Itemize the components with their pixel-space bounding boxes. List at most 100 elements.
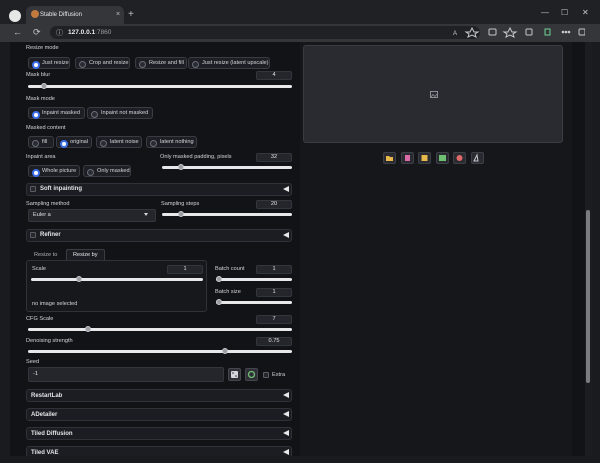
masked-latent-noise-radio[interactable]: latent noise	[96, 136, 142, 148]
back-icon[interactable]: ←	[13, 27, 22, 37]
denoising-strength-input[interactable]: 0.75	[256, 337, 292, 346]
send-to-extras-button[interactable]	[471, 152, 484, 164]
sampling-method-label: Sampling method	[26, 201, 70, 207]
inpaint-not-masked-radio[interactable]: Inpaint not masked	[87, 107, 153, 119]
random-seed-button[interactable]	[228, 368, 241, 381]
reuse-seed-button[interactable]	[245, 368, 258, 381]
more-icon	[561, 30, 565, 34]
recycle-icon	[247, 370, 256, 379]
only-masked-padding-input[interactable]: 32	[256, 153, 292, 162]
slider-knob[interactable]	[75, 276, 82, 282]
tiled-diffusion-title: Tiled Diffusion	[31, 431, 73, 437]
no-image-text: no image selected	[32, 301, 78, 307]
favorites-icon	[502, 27, 518, 38]
sampling-steps-label: Sampling steps	[161, 201, 200, 207]
adetailer-accordion[interactable]	[26, 408, 292, 421]
image-placeholder-icon	[430, 91, 438, 98]
soft-inpainting-title: Soft inpainting	[40, 186, 82, 192]
refiner-title: Refiner	[40, 232, 61, 238]
batch-size-slider[interactable]	[216, 301, 292, 304]
denoising-strength-slider[interactable]	[28, 350, 292, 353]
refiner-accordion[interactable]	[26, 229, 292, 242]
slider-knob[interactable]	[177, 164, 184, 170]
resize-latent-radio[interactable]: Just resize (latent upscale)	[188, 57, 270, 69]
window-bottom-edge	[0, 456, 600, 463]
star-icon	[464, 27, 480, 38]
batch-count-label: Batch count	[215, 266, 245, 272]
only-masked-padding-label: Only masked padding, pixels	[160, 154, 232, 160]
dice-icon	[231, 371, 238, 378]
inpaint-masked-radio[interactable]: Inpaint masked	[28, 107, 85, 119]
scale-input[interactable]: 1	[167, 265, 203, 274]
mask-mode-label: Mask mode	[26, 96, 55, 102]
minimize-button[interactable]: —	[541, 8, 549, 17]
adetailer-toggle-icon[interactable]	[283, 411, 289, 417]
zip-button[interactable]	[418, 152, 431, 164]
slider-knob[interactable]	[221, 348, 228, 354]
restartlab-toggle-icon[interactable]	[283, 392, 289, 398]
save-button[interactable]	[401, 152, 414, 164]
denoising-strength-label: Denoising strength	[26, 338, 73, 344]
tiled-diffusion-toggle-icon[interactable]	[283, 430, 289, 436]
batch-count-input[interactable]: 1	[256, 265, 292, 274]
resize-crop-radio[interactable]: Crop and resize	[75, 57, 130, 69]
resize-just-resize-radio[interactable]: Just resize	[28, 57, 70, 69]
extra-seed-checkbox[interactable]	[263, 372, 269, 378]
scale-slider[interactable]	[31, 278, 203, 281]
slider-knob[interactable]	[216, 299, 222, 305]
batch-size-label: Batch size	[215, 289, 241, 295]
scale-label: Scale	[32, 266, 46, 272]
batch-size-input[interactable]: 1	[256, 288, 292, 297]
url-text: 127.0.0.1:7860	[68, 29, 112, 36]
extension-icon	[544, 28, 551, 36]
refiner-toggle-icon[interactable]	[283, 232, 289, 238]
batch-count-slider[interactable]	[216, 278, 292, 281]
slider-knob[interactable]	[40, 83, 47, 89]
sampling-method-dropdown[interactable]: Euler a	[28, 209, 156, 222]
resize-fill-radio[interactable]: Resize and fill	[135, 57, 187, 69]
adetailer-title: ADetailer	[31, 412, 58, 418]
close-tab-icon[interactable]: ×	[116, 11, 120, 18]
slider-knob[interactable]	[216, 276, 222, 282]
cfg-scale-input[interactable]: 7	[256, 315, 292, 324]
cfg-scale-slider[interactable]	[28, 328, 292, 331]
profile-icon[interactable]	[9, 10, 21, 22]
send-to-inpaint-button[interactable]	[453, 152, 466, 164]
resize-mode-label: Resize mode	[26, 45, 59, 51]
svg-text:A: A	[453, 31, 457, 37]
seed-input[interactable]: -1	[28, 367, 224, 382]
scrollbar-thumb[interactable]	[586, 210, 590, 383]
slider-knob[interactable]	[84, 326, 91, 332]
tab-resize-by[interactable]: Resize by	[66, 249, 105, 260]
open-folder-button[interactable]	[383, 152, 396, 164]
seed-label: Seed	[26, 359, 40, 365]
soft-inpainting-toggle-icon[interactable]	[283, 186, 289, 192]
masked-original-radio[interactable]: original	[56, 136, 92, 148]
info-icon[interactable]: ⓘ	[56, 29, 63, 39]
whole-picture-radio[interactable]: Whole picture	[28, 165, 80, 177]
inpaint-area-label: Inpaint area	[26, 154, 56, 160]
mask-blur-input[interactable]: 4	[256, 71, 292, 80]
new-tab-button[interactable]: +	[128, 9, 134, 20]
tab-title: Stable Diffusion	[40, 12, 82, 18]
address-bar[interactable]	[50, 26, 480, 39]
restartlab-accordion[interactable]	[26, 389, 292, 402]
chevron-down-icon	[144, 213, 148, 216]
refiner-checkbox[interactable]	[30, 232, 36, 238]
mask-blur-label: Mask blur	[26, 72, 51, 78]
favicon-icon	[31, 10, 39, 18]
collections-icon	[525, 28, 533, 36]
only-masked-radio[interactable]: Only masked	[83, 165, 131, 177]
sidebar-icon	[578, 28, 585, 36]
sampling-steps-input[interactable]: 20	[256, 200, 292, 209]
soft-inpainting-checkbox[interactable]	[30, 186, 36, 192]
maximize-button[interactable]: ☐	[561, 8, 568, 17]
masked-fill-radio[interactable]: fill	[28, 136, 54, 148]
send-to-img2img-button[interactable]	[436, 152, 449, 164]
tiled-vae-toggle-icon[interactable]	[283, 449, 289, 455]
mask-blur-slider[interactable]	[28, 85, 292, 88]
restartlab-title: RestartLab	[31, 393, 63, 399]
masked-latent-nothing-radio[interactable]: latent nothing	[146, 136, 197, 148]
close-window-button[interactable]: ✕	[582, 8, 589, 17]
reload-icon[interactable]: ⟳	[33, 27, 41, 37]
